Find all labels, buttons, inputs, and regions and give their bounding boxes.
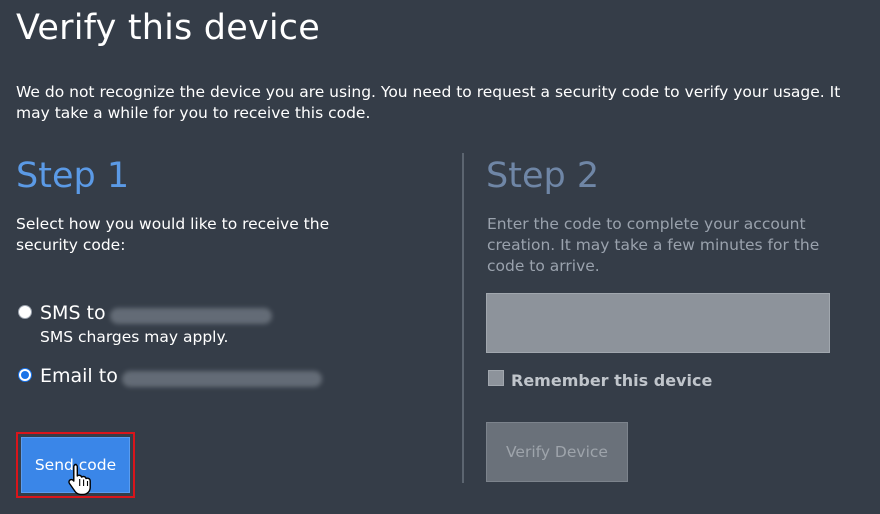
intro-text: We do not recognize the device you are u… [16, 83, 841, 122]
verification-code-input[interactable] [486, 293, 830, 353]
email-option-label[interactable]: Email to [40, 365, 118, 387]
step2-heading: Step 2 [486, 156, 600, 196]
step1-description: Select how you would like to receive the… [16, 215, 330, 254]
remember-device-checkbox[interactable] [488, 370, 504, 386]
step2-description: Enter the code to complete your account … [487, 215, 820, 275]
step1-heading: Step 1 [16, 156, 130, 196]
remember-device-label[interactable]: Remember this device [511, 371, 712, 390]
hand-pointer-icon [68, 463, 91, 496]
sms-radio[interactable] [18, 305, 32, 319]
sms-charges-note: SMS charges may apply. [40, 328, 229, 346]
page-title: Verify this device [16, 8, 320, 48]
verify-device-button[interactable]: Verify Device [486, 422, 628, 482]
email-radio[interactable] [18, 368, 32, 382]
sms-option-label[interactable]: SMS to [40, 302, 106, 324]
redacted-phone-number [110, 308, 272, 324]
redacted-email-address [122, 371, 322, 387]
step-divider [462, 153, 464, 483]
